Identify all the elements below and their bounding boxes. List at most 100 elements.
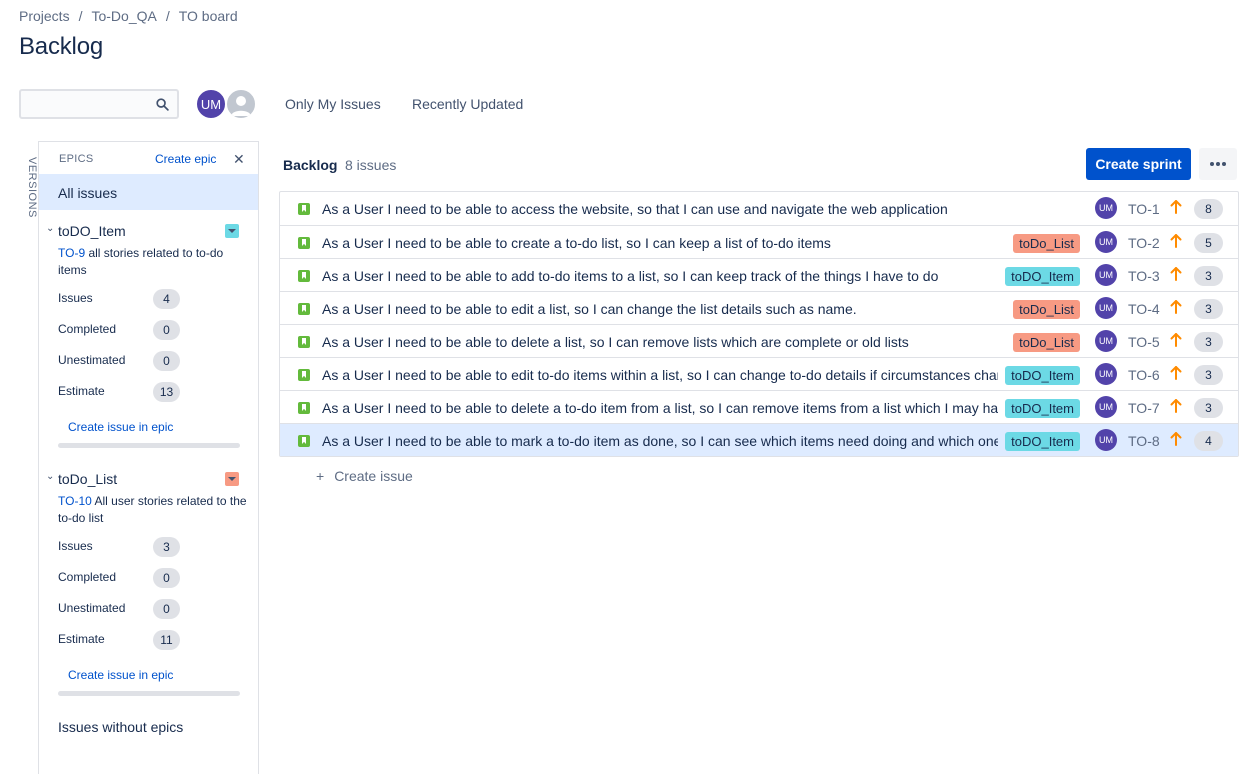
story-icon — [298, 203, 310, 215]
epic-name[interactable]: toDo_List — [58, 471, 117, 487]
epic-name[interactable]: toDO_Item — [58, 223, 126, 239]
story-icon — [298, 435, 310, 447]
issue-key[interactable]: TO-2 — [1128, 235, 1160, 251]
chevron-down-icon[interactable]: ⌄ — [46, 471, 54, 482]
epics-panel: EPICS Create epic ✕ All issues ⌄ toDO_It… — [38, 141, 259, 774]
epic-stat-value: 11 — [153, 630, 180, 650]
priority-high-arrow-icon — [1170, 267, 1182, 281]
issue-key[interactable]: TO-3 — [1128, 268, 1160, 284]
priority-high-arrow-icon — [1170, 432, 1182, 446]
chevron-down-icon[interactable]: ⌄ — [46, 223, 54, 234]
search-icon[interactable] — [156, 98, 169, 111]
issue-summary: As a User I need to be able to delete a … — [322, 400, 998, 416]
story-icon — [298, 369, 310, 381]
versions-tab[interactable]: VERSIONS — [20, 157, 38, 218]
issue-summary: As a User I need to be able to access th… — [322, 201, 948, 217]
epic-lozenge[interactable]: toDo_List — [1013, 300, 1080, 319]
more-dots-icon — [1222, 162, 1226, 166]
more-actions-button[interactable] — [1199, 148, 1237, 180]
epic-stat-value: 0 — [153, 351, 180, 371]
issue-row[interactable]: As a User I need to be able to edit to-d… — [280, 357, 1238, 390]
issue-row[interactable]: As a User I need to be able to access th… — [280, 192, 1238, 225]
breadcrumb-board[interactable]: TO board — [179, 8, 238, 24]
epic-stat-label: Issues — [58, 291, 93, 305]
issue-summary: As a User I need to be able to edit to-d… — [322, 367, 998, 383]
epic-description: TO-9 all stories related to to-do items — [58, 245, 253, 279]
epic-stat-label: Unestimated — [58, 601, 126, 615]
epic-filter-issues-without-epics[interactable]: Issues without epics — [58, 719, 183, 735]
epic-stat-label: Unestimated — [58, 353, 126, 367]
search-box — [19, 89, 179, 119]
story-icon — [298, 270, 310, 282]
story-points-badge: 3 — [1194, 266, 1223, 286]
avatar-filter-unassigned[interactable] — [225, 88, 257, 120]
epic-stat-value: 3 — [153, 537, 180, 557]
epic-stat-value: 13 — [153, 382, 180, 402]
issue-summary: As a User I need to be able to delete a … — [322, 334, 909, 350]
assignee-avatar: UM — [1095, 297, 1117, 319]
priority-high-arrow-icon — [1170, 366, 1182, 380]
create-sprint-button[interactable]: Create sprint — [1086, 148, 1191, 180]
epic-lozenge[interactable]: toDo_List — [1013, 234, 1080, 253]
issue-row[interactable]: As a User I need to be able to mark a to… — [280, 423, 1238, 456]
issue-row[interactable]: As a User I need to be able to delete a … — [280, 324, 1238, 357]
epic-progress-bar — [58, 691, 240, 696]
assignee-avatar: UM — [1095, 396, 1117, 418]
epic-lozenge[interactable]: toDO_Item — [1005, 267, 1080, 286]
search-input[interactable] — [21, 91, 151, 117]
close-icon[interactable]: ✕ — [233, 151, 245, 168]
create-issue-button[interactable]: + Create issue — [316, 468, 413, 484]
quick-filter-recently-updated[interactable]: Recently Updated — [412, 96, 523, 112]
quick-filter-only-my-issues[interactable]: Only My Issues — [285, 96, 381, 112]
create-epic-link[interactable]: Create epic — [155, 152, 216, 166]
epic-key-link[interactable]: TO-10 — [58, 494, 92, 508]
priority-high-arrow-icon — [1170, 333, 1182, 347]
epic-menu-button[interactable] — [225, 472, 239, 486]
create-issue-in-epic-link[interactable]: Create issue in epic — [68, 420, 173, 434]
page-title: Backlog — [19, 33, 103, 60]
priority-high-arrow-icon — [1170, 399, 1182, 413]
assignee-avatar: UM — [1095, 231, 1117, 253]
assignee-avatar: UM — [1095, 330, 1117, 352]
issue-key[interactable]: TO-5 — [1128, 334, 1160, 350]
issue-row[interactable]: As a User I need to be able to delete a … — [280, 390, 1238, 423]
epics-header: EPICS — [59, 153, 94, 165]
story-points-badge: 4 — [1194, 431, 1223, 451]
issue-key[interactable]: TO-6 — [1128, 367, 1160, 383]
issue-key[interactable]: TO-4 — [1128, 301, 1160, 317]
backlog-issue-count: 8 issues — [345, 157, 397, 173]
issue-key[interactable]: TO-7 — [1128, 400, 1160, 416]
unassigned-user-icon — [231, 96, 251, 116]
avatar-filter-user[interactable]: UM — [195, 88, 227, 120]
issue-key[interactable]: TO-1 — [1128, 201, 1160, 217]
epic-description: TO-10 All user stories related to the to… — [58, 493, 253, 527]
more-dots-icon — [1216, 162, 1220, 166]
more-dots-icon — [1210, 162, 1214, 166]
epic-progress-bar — [58, 443, 240, 448]
issue-row[interactable]: As a User I need to be able to edit a li… — [280, 291, 1238, 324]
issue-key[interactable]: TO-8 — [1128, 433, 1160, 449]
priority-high-arrow-icon — [1170, 234, 1182, 248]
priority-high-arrow-icon — [1170, 200, 1182, 214]
epic-key-link[interactable]: TO-9 — [58, 246, 85, 260]
breadcrumb-projects[interactable]: Projects — [19, 8, 70, 24]
assignee-avatar: UM — [1095, 429, 1117, 451]
issue-row[interactable]: As a User I need to be able to create a … — [280, 225, 1238, 258]
breadcrumb: Projects / To-Do_QA / TO board — [19, 8, 238, 24]
epic-filter-all-issues[interactable]: All issues — [39, 174, 258, 210]
assignee-avatar: UM — [1095, 363, 1117, 385]
story-icon — [298, 237, 310, 249]
epic-lozenge[interactable]: toDO_Item — [1005, 432, 1080, 451]
story-points-badge: 5 — [1194, 233, 1223, 253]
story-icon — [298, 336, 310, 348]
issue-row[interactable]: As a User I need to be able to add to-do… — [280, 258, 1238, 291]
epic-lozenge[interactable]: toDo_List — [1013, 333, 1080, 352]
epic-lozenge[interactable]: toDO_Item — [1005, 399, 1080, 418]
epic-menu-button[interactable] — [225, 224, 239, 238]
create-issue-in-epic-link[interactable]: Create issue in epic — [68, 668, 173, 682]
epic-stat-label: Issues — [58, 539, 93, 553]
story-icon — [298, 303, 310, 315]
plus-icon: + — [316, 468, 325, 484]
epic-lozenge[interactable]: toDO_Item — [1005, 366, 1080, 385]
breadcrumb-project[interactable]: To-Do_QA — [91, 8, 156, 24]
